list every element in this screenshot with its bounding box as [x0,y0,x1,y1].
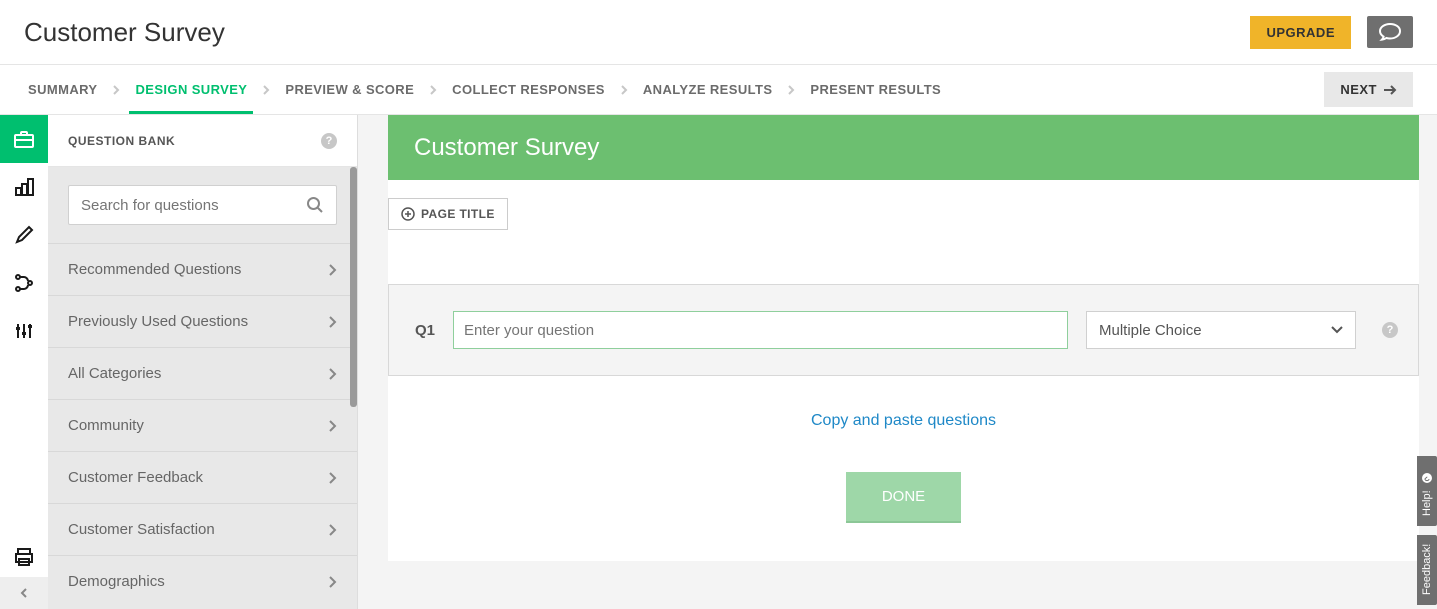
sliders-icon [14,321,34,341]
tab-collect-responses[interactable]: COLLECT RESPONSES [448,82,609,97]
qbank-scrollbar[interactable] [350,167,357,519]
survey-canvas: Customer Survey PAGE TITLE Q1 Multiple C… [358,115,1437,609]
chevron-right-icon [111,85,121,95]
rail-collapse[interactable] [0,577,48,609]
qbank-item-recommended[interactable]: Recommended Questions [48,243,357,295]
blocks-icon [14,177,34,197]
help-icon[interactable]: ? [1382,322,1398,338]
question-search[interactable] [68,185,337,225]
qbank-item-label: Customer Feedback [68,469,203,486]
qbank-item-label: Recommended Questions [68,261,241,278]
upgrade-button[interactable]: UPGRADE [1250,16,1351,49]
qbank-item-customer-feedback[interactable]: Customer Feedback [48,451,357,503]
chat-icon [1421,472,1433,484]
chevron-right-icon [261,85,271,95]
page-title: Customer Survey [24,17,225,48]
tab-design-survey[interactable]: DESIGN SURVEY [131,82,251,97]
next-button[interactable]: NEXT [1324,72,1413,107]
qbank-item-label: All Categories [68,365,161,382]
arrow-right-icon [1383,84,1397,96]
plus-circle-icon [401,207,415,221]
qbank-item-community[interactable]: Community [48,399,357,451]
briefcase-icon [13,129,35,149]
chevron-right-icon [327,524,337,536]
question-bank-title: QUESTION BANK [68,134,321,148]
done-button[interactable]: DONE [846,472,961,521]
copy-paste-link[interactable]: Copy and paste questions [811,412,996,429]
question-type-label: Multiple Choice [1099,322,1202,339]
branch-icon [14,273,34,293]
chevron-right-icon [327,420,337,432]
rail-logic[interactable] [0,259,48,307]
feedback-tab[interactable]: Feedback! [1417,535,1437,605]
chevron-right-icon [327,576,337,588]
rail-builder[interactable] [0,163,48,211]
question-card: Q1 Multiple Choice ? [388,284,1419,376]
rail-appearance[interactable] [0,211,48,259]
chevron-right-icon [327,316,337,328]
feedback-tab-label: Feedback! [1421,544,1433,595]
pencil-icon [14,225,34,245]
qbank-item-all-categories[interactable]: All Categories [48,347,357,399]
qbank-item-previously-used[interactable]: Previously Used Questions [48,295,357,347]
qbank-item-label: Previously Used Questions [68,313,248,330]
rail-print[interactable] [0,537,48,577]
survey-title: Customer Survey [414,134,599,162]
search-icon [306,196,324,214]
question-type-select[interactable]: Multiple Choice [1086,311,1356,349]
tab-preview-score[interactable]: PREVIEW & SCORE [281,82,418,97]
question-number: Q1 [415,322,435,339]
chevron-right-icon [327,368,337,380]
help-tab-label: Help! [1421,490,1433,516]
chevron-left-icon [19,588,29,598]
rail-options[interactable] [0,307,48,355]
rail-question-bank[interactable] [0,115,48,163]
speech-bubble-icon [1379,23,1401,41]
scrollbar-thumb[interactable] [350,167,357,407]
caret-down-icon [1331,326,1343,334]
question-text-input[interactable] [453,311,1068,349]
tab-analyze-results[interactable]: ANALYZE RESULTS [639,82,777,97]
tab-summary[interactable]: SUMMARY [24,82,101,97]
chevron-right-icon [428,85,438,95]
help-tab[interactable]: Help! [1417,456,1437,526]
page-title-button[interactable]: PAGE TITLE [388,198,508,230]
survey-banner: Customer Survey [388,115,1419,180]
chevron-right-icon [786,85,796,95]
qbank-item-label: Demographics [68,573,165,590]
qbank-item-demographics[interactable]: Demographics [48,555,357,607]
printer-icon [14,547,34,567]
tab-present-results[interactable]: PRESENT RESULTS [806,82,945,97]
tab-nav: SUMMARY DESIGN SURVEY PREVIEW & SCORE CO… [0,65,1437,115]
qbank-item-label: Community [68,417,144,434]
qbank-item-customer-satisfaction[interactable]: Customer Satisfaction [48,503,357,555]
page-title-button-label: PAGE TITLE [421,207,495,221]
chevron-right-icon [327,472,337,484]
chevron-right-icon [619,85,629,95]
question-search-input[interactable] [81,197,306,214]
help-icon[interactable]: ? [321,133,337,149]
chat-button[interactable] [1367,16,1413,48]
qbank-item-label: Customer Satisfaction [68,521,215,538]
question-bank-panel: QUESTION BANK ? Recommended Questions Pr… [48,115,358,609]
tool-rail [0,115,48,609]
next-button-label: NEXT [1340,82,1377,97]
chevron-right-icon [327,264,337,276]
